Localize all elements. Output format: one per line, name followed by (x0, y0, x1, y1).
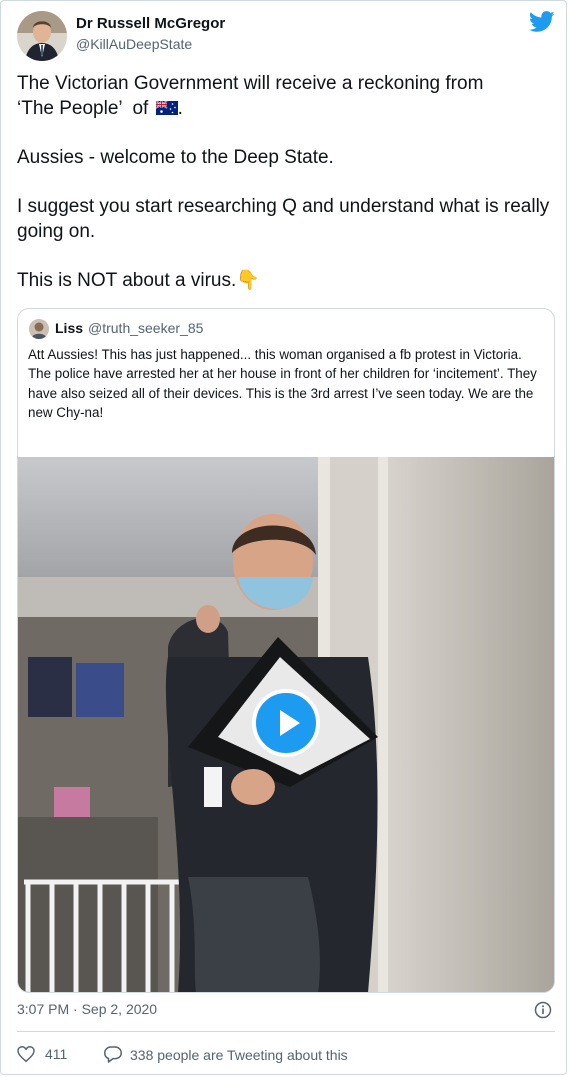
tweet-paragraph-4: This is NOT about a virus. (17, 270, 237, 291)
video-thumbnail[interactable] (18, 457, 554, 992)
info-icon[interactable] (534, 1001, 552, 1019)
play-button[interactable] (252, 689, 320, 757)
like-button[interactable]: 411 (17, 1046, 67, 1062)
tweet-line-2: ‘The People’ of (17, 98, 149, 119)
tweet-timestamp[interactable]: 3:07 PM · Sep 2, 2020 (17, 1001, 157, 1017)
tweet-text: The Victorian Government will receive a … (17, 71, 557, 317)
speech-bubble-icon (104, 1046, 122, 1063)
quoted-author-name: Liss (55, 320, 84, 336)
tweeting-about-link[interactable]: 338 people are Tweeting about this (104, 1046, 348, 1063)
pointing-down-icon: 👇 (236, 270, 260, 291)
author-handle[interactable]: @KillAuDeepState (76, 36, 192, 52)
like-count: 411 (45, 1046, 68, 1062)
quoted-tweet-text: Att Aussies! This has just happened... t… (28, 347, 537, 421)
author-avatar[interactable] (17, 11, 67, 61)
tweet-paragraph-3: I suggest you start researching Q and un… (17, 196, 550, 242)
heart-icon (17, 1046, 35, 1062)
author-name[interactable]: Dr Russell McGregor (76, 15, 225, 32)
twitter-bird-icon[interactable] (528, 11, 555, 33)
quoted-author-avatar (29, 319, 49, 339)
divider (17, 1031, 555, 1032)
australia-flag-icon (155, 97, 178, 115)
quoted-tweet[interactable]: Liss @truth_seeker_85 Att Aussies! This … (17, 308, 555, 993)
quoted-author-handle: @truth_seeker_85 (88, 320, 204, 336)
tweet-paragraph-2: Aussies - welcome to the Deep State. (17, 147, 334, 168)
tweet-card: Dr Russell McGregor @KillAuDeepState The… (0, 0, 567, 1075)
tweet-line-1: The Victorian Government will receive a … (17, 73, 484, 94)
tweeting-about-text: 338 people are Tweeting about this (130, 1046, 348, 1063)
